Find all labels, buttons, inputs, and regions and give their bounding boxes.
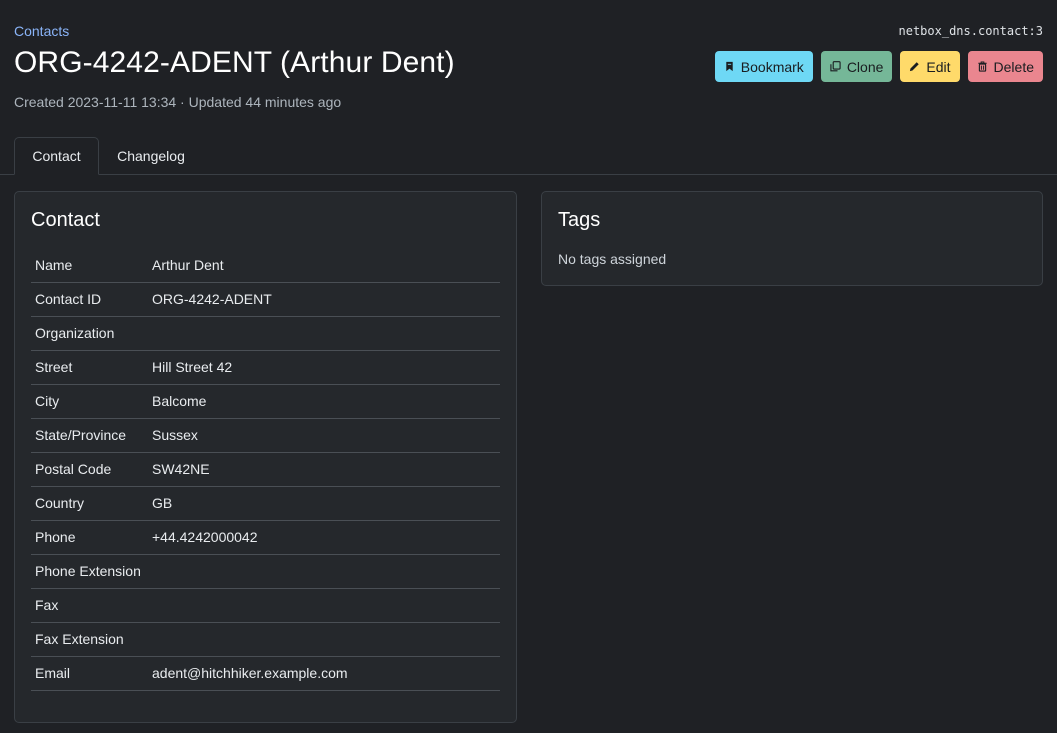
no-tags-message: No tags assigned bbox=[558, 251, 667, 267]
contact-card-title: Contact bbox=[31, 209, 100, 231]
tags-card-title: Tags bbox=[558, 209, 601, 231]
clone-button-label: Clone bbox=[846, 58, 884, 75]
copy-icon bbox=[830, 61, 841, 72]
action-buttons: Bookmark Clone Edit Delete bbox=[714, 51, 1043, 82]
table-row-name: Name Arthur Dent bbox=[31, 248, 500, 282]
phone-extension-label: Phone Extension bbox=[35, 563, 141, 579]
country-label: Country bbox=[35, 495, 85, 511]
edit-button-label: Edit bbox=[926, 58, 951, 75]
tags-card: Tags No tags assigned bbox=[541, 191, 1043, 286]
phone-value: +44.4242000042 bbox=[152, 529, 258, 545]
table-row-phone-extension: Phone Extension bbox=[31, 554, 500, 588]
table-row-phone: Phone +44.4242000042 bbox=[31, 520, 500, 554]
fax-extension-label: Fax Extension bbox=[35, 631, 124, 647]
created-updated-meta: Created 2023-11-11 13:34 · Updated 44 mi… bbox=[14, 94, 342, 110]
country-value: GB bbox=[152, 495, 173, 511]
clone-button[interactable]: Clone bbox=[820, 51, 893, 82]
edit-button[interactable]: Edit bbox=[900, 51, 960, 82]
tab-changelog[interactable]: Changelog bbox=[101, 137, 201, 175]
pencil-icon bbox=[909, 61, 920, 72]
postal-code-label: Postal Code bbox=[35, 461, 112, 477]
delete-button[interactable]: Delete bbox=[967, 51, 1043, 82]
trash-icon bbox=[977, 61, 988, 72]
tab-contact[interactable]: Contact bbox=[14, 137, 99, 175]
city-label: City bbox=[35, 393, 60, 409]
organization-value bbox=[148, 316, 500, 350]
phone-label: Phone bbox=[35, 529, 76, 545]
table-row-country: Country GB bbox=[31, 486, 500, 520]
page-title: ORG-4242-ADENT (Arthur Dent) bbox=[14, 46, 455, 79]
state-province-label: State/Province bbox=[35, 427, 127, 443]
table-row-postal-code: Postal Code SW42NE bbox=[31, 452, 500, 486]
table-row-organization: Organization bbox=[31, 316, 500, 350]
city-value: Balcome bbox=[152, 393, 207, 409]
fax-extension-value bbox=[148, 622, 500, 656]
delete-button-label: Delete bbox=[993, 58, 1034, 75]
email-label: Email bbox=[35, 665, 71, 681]
fax-label: Fax bbox=[35, 597, 59, 613]
contact-id-label: Contact ID bbox=[35, 291, 102, 307]
table-row-email: Email adent@hitchhiker.example.com bbox=[31, 656, 500, 690]
street-label: Street bbox=[35, 359, 73, 375]
breadcrumb-contacts-link[interactable]: Contacts bbox=[14, 23, 69, 39]
table-row-fax-extension: Fax Extension bbox=[31, 622, 500, 656]
fax-value bbox=[148, 588, 500, 622]
organization-label: Organization bbox=[35, 325, 115, 341]
contact-card: Contact Name Arthur Dent Contact ID ORG-… bbox=[14, 191, 517, 723]
contact-detail-page: Contacts netbox_dns.contact:3 ORG-4242-A… bbox=[0, 0, 1057, 733]
table-row-fax: Fax bbox=[31, 588, 500, 622]
contact-attributes-table: Name Arthur Dent Contact ID ORG-4242-ADE… bbox=[31, 248, 500, 691]
table-row-state-province: State/Province Sussex bbox=[31, 418, 500, 452]
tab-bar: Contact Changelog bbox=[0, 137, 1057, 175]
phone-extension-value bbox=[148, 554, 500, 588]
name-label: Name bbox=[35, 256, 73, 273]
table-row-city: City Balcome bbox=[31, 384, 500, 418]
postal-code-value: SW42NE bbox=[152, 461, 210, 477]
table-row-contact-id: Contact ID ORG-4242-ADENT bbox=[31, 282, 500, 316]
street-value: Hill Street 42 bbox=[152, 359, 233, 375]
email-value: adent@hitchhiker.example.com bbox=[152, 665, 348, 681]
contact-id-value: ORG-4242-ADENT bbox=[152, 291, 272, 307]
table-row-street: Street Hill Street 42 bbox=[31, 350, 500, 384]
bookmark-button-label: Bookmark bbox=[740, 58, 804, 75]
name-value: Arthur Dent bbox=[152, 256, 224, 273]
bookmark-button[interactable]: Bookmark bbox=[714, 51, 813, 82]
state-province-value: Sussex bbox=[152, 427, 198, 443]
bookmark-icon bbox=[724, 61, 735, 72]
object-identifier: netbox_dns.contact:3 bbox=[898, 24, 1044, 38]
